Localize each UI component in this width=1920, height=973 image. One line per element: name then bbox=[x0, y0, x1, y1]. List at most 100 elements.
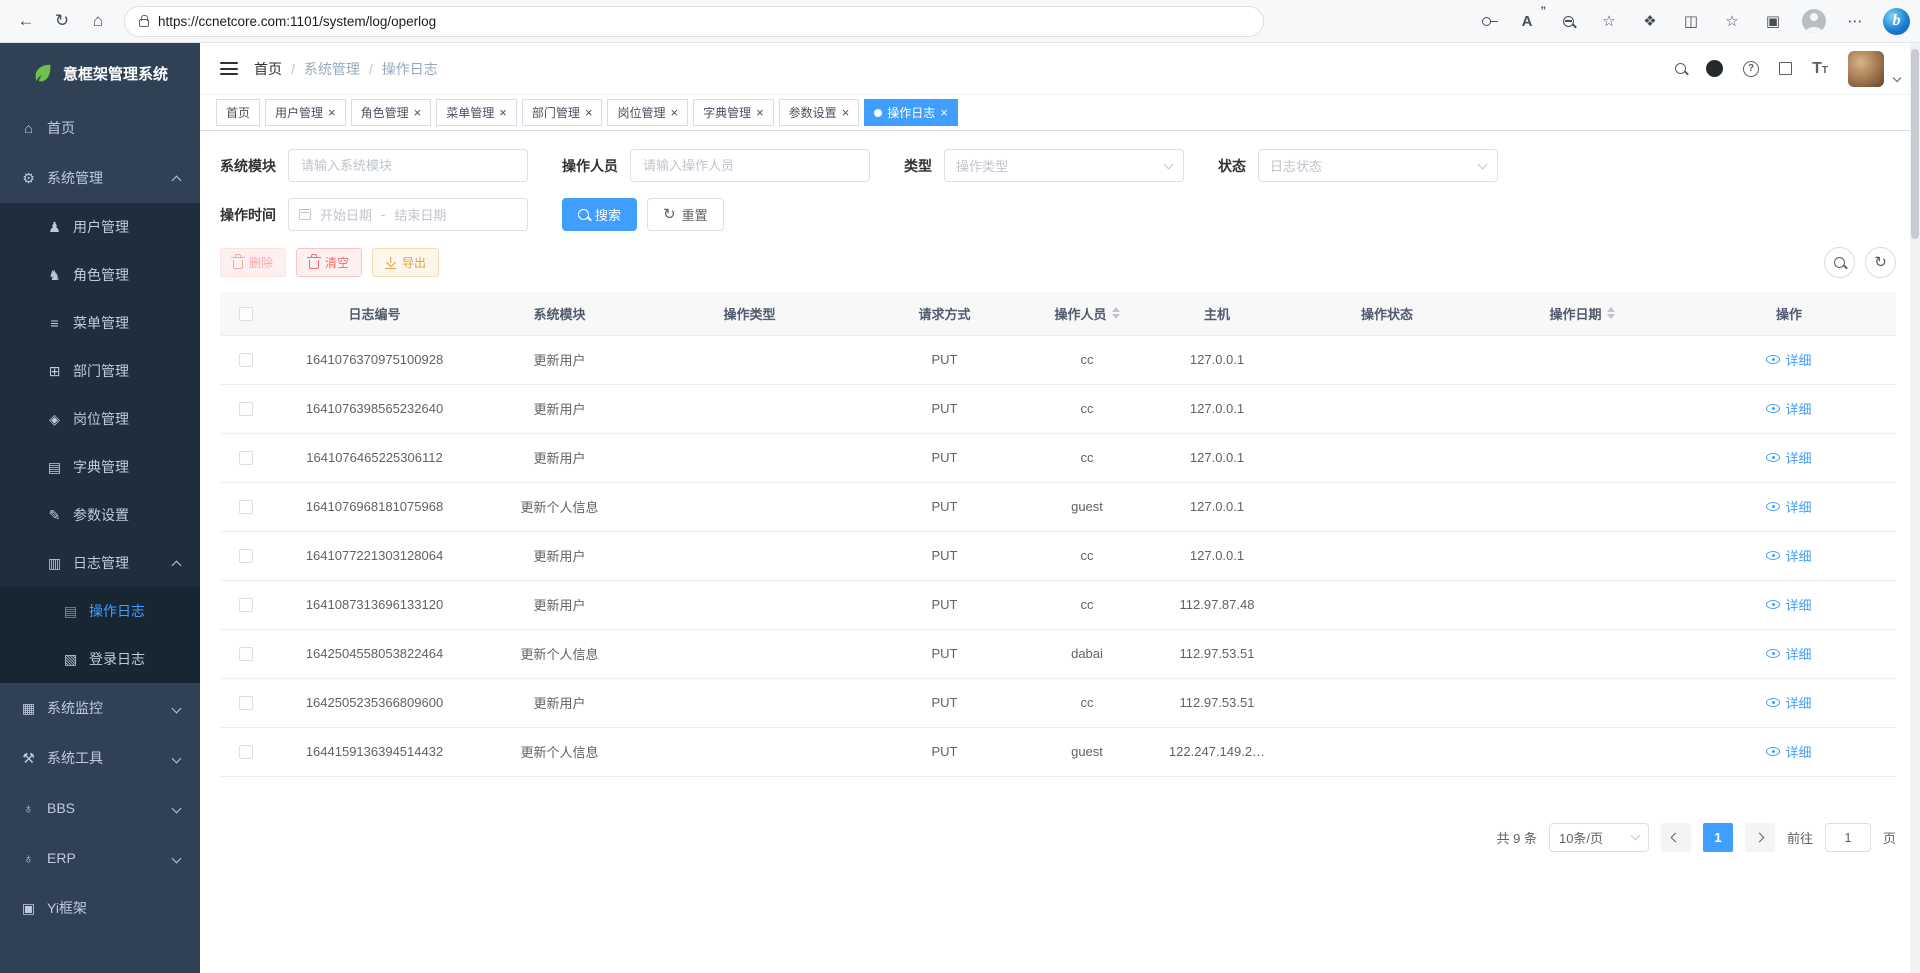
row-checkbox[interactable] bbox=[239, 353, 253, 367]
browser-more-icon[interactable]: ⋯ bbox=[1842, 8, 1868, 34]
export-button[interactable]: 导出 bbox=[372, 248, 439, 277]
close-icon[interactable] bbox=[585, 106, 593, 119]
tab-dict[interactable]: 字典管理 bbox=[693, 99, 774, 126]
sidebar-item-menu[interactable]: ≡ 菜单管理 bbox=[0, 299, 200, 347]
sidebar-item-bbs[interactable]: ♁ BBS bbox=[0, 783, 200, 833]
sidebar-item-loginlog[interactable]: ▧ 登录日志 bbox=[0, 635, 200, 683]
close-icon[interactable] bbox=[756, 106, 764, 119]
favorites-bar-icon[interactable]: ☆ bbox=[1719, 8, 1745, 34]
type-select[interactable]: 操作类型 bbox=[944, 149, 1184, 182]
address-bar[interactable]: https://ccnetcore.com:1101/system/log/op… bbox=[124, 6, 1264, 37]
close-icon[interactable] bbox=[940, 106, 948, 119]
bing-icon[interactable]: b bbox=[1883, 8, 1910, 35]
close-icon[interactable] bbox=[328, 106, 336, 119]
search-button[interactable]: 搜索 bbox=[562, 198, 637, 231]
read-aloud-icon[interactable]: A bbox=[1514, 8, 1540, 34]
clear-button[interactable]: 清空 bbox=[296, 248, 362, 277]
operator-input[interactable] bbox=[630, 149, 870, 182]
page-size-select[interactable]: 10条/页 bbox=[1549, 823, 1649, 852]
sidebar-item-post[interactable]: ◈ 岗位管理 bbox=[0, 395, 200, 443]
row-checkbox[interactable] bbox=[239, 500, 253, 514]
back-icon[interactable]: ← bbox=[10, 5, 42, 37]
breadcrumb-home[interactable]: 首页 bbox=[254, 59, 282, 79]
help-icon[interactable]: ? bbox=[1743, 61, 1759, 77]
scrollbar-thumb[interactable] bbox=[1911, 49, 1919, 239]
sidebar-item-param[interactable]: ✎ 参数设置 bbox=[0, 491, 200, 539]
detail-link[interactable]: 详细 bbox=[1766, 742, 1811, 761]
sidebar-item-tools[interactable]: ⚒ 系统工具 bbox=[0, 733, 200, 783]
col-operator[interactable]: 操作人员 bbox=[1032, 292, 1142, 335]
reset-button[interactable]: ↻ 重置 bbox=[647, 198, 724, 231]
close-icon[interactable] bbox=[842, 106, 850, 119]
collections-icon[interactable]: ▣ bbox=[1760, 8, 1786, 34]
sort-carets-icon[interactable] bbox=[1112, 307, 1120, 319]
sidebar-item-system[interactable]: ⚙ 系统管理 bbox=[0, 153, 200, 203]
breadcrumb-system[interactable]: 系统管理 bbox=[304, 59, 360, 79]
goto-page-input[interactable] bbox=[1825, 823, 1871, 852]
browser-profile-icon[interactable] bbox=[1801, 8, 1827, 34]
sidebar-item-dict[interactable]: ▤ 字典管理 bbox=[0, 443, 200, 491]
row-checkbox[interactable] bbox=[239, 745, 253, 759]
detail-link[interactable]: 详细 bbox=[1766, 595, 1811, 614]
add-favorite-icon[interactable]: ☆ bbox=[1596, 8, 1622, 34]
col-date[interactable]: 操作日期 bbox=[1482, 292, 1682, 335]
sidebar-toggle-icon[interactable] bbox=[220, 59, 238, 79]
github-icon[interactable] bbox=[1706, 60, 1723, 77]
detail-link[interactable]: 详细 bbox=[1766, 644, 1811, 663]
detail-link[interactable]: 详细 bbox=[1766, 350, 1811, 369]
toggle-search-button[interactable] bbox=[1824, 247, 1855, 278]
detail-link[interactable]: 详细 bbox=[1766, 497, 1811, 516]
sidebar-item-operlog[interactable]: ▤ 操作日志 bbox=[0, 587, 200, 635]
sidebar-item-framework[interactable]: ▣ Yi框架 bbox=[0, 883, 200, 933]
detail-link[interactable]: 详细 bbox=[1766, 448, 1811, 467]
status-select[interactable]: 日志状态 bbox=[1258, 149, 1498, 182]
sidebar-item-erp[interactable]: ♁ ERP bbox=[0, 833, 200, 883]
row-checkbox[interactable] bbox=[239, 696, 253, 710]
tab-operlog[interactable]: 操作日志 bbox=[864, 99, 958, 126]
tab-dept[interactable]: 部门管理 bbox=[522, 99, 603, 126]
tab-home[interactable]: 首页 bbox=[216, 99, 260, 126]
date-range-picker[interactable]: 开始日期 - 结束日期 bbox=[288, 198, 528, 231]
refresh-table-button[interactable]: ↻ bbox=[1865, 247, 1896, 278]
browser-refresh-icon[interactable]: ↻ bbox=[46, 5, 78, 37]
split-screen-icon[interactable]: ◫ bbox=[1678, 8, 1704, 34]
module-input[interactable] bbox=[288, 149, 528, 182]
tab-role[interactable]: 角色管理 bbox=[351, 99, 432, 126]
delete-button[interactable]: 删除 bbox=[220, 248, 286, 277]
row-checkbox[interactable] bbox=[239, 647, 253, 661]
row-checkbox[interactable] bbox=[239, 549, 253, 563]
header-search-icon[interactable] bbox=[1675, 61, 1686, 77]
sidebar-item-dept[interactable]: ⊞ 部门管理 bbox=[0, 347, 200, 395]
next-page-button[interactable] bbox=[1745, 823, 1775, 852]
sidebar-item-monitor[interactable]: ▦ 系统监控 bbox=[0, 683, 200, 733]
sidebar-item-role[interactable]: ♞ 角色管理 bbox=[0, 251, 200, 299]
user-menu-caret-icon[interactable] bbox=[1893, 73, 1901, 81]
close-icon[interactable] bbox=[414, 106, 422, 119]
sidebar-item-home[interactable]: ⌂ 首页 bbox=[0, 103, 200, 153]
sidebar-item-log[interactable]: ▥ 日志管理 bbox=[0, 539, 200, 587]
font-size-icon[interactable]: TT bbox=[1812, 60, 1828, 78]
browser-home-icon[interactable]: ⌂ bbox=[82, 5, 114, 37]
user-avatar[interactable] bbox=[1848, 51, 1884, 87]
tab-user[interactable]: 用户管理 bbox=[265, 99, 346, 126]
extensions-icon[interactable]: ❖ bbox=[1637, 8, 1663, 34]
detail-link[interactable]: 详细 bbox=[1766, 399, 1811, 418]
row-checkbox[interactable] bbox=[239, 451, 253, 465]
fullscreen-icon[interactable] bbox=[1779, 62, 1792, 75]
close-icon[interactable] bbox=[499, 106, 507, 119]
tab-post[interactable]: 岗位管理 bbox=[607, 99, 688, 126]
row-checkbox[interactable] bbox=[239, 598, 253, 612]
prev-page-button[interactable] bbox=[1661, 823, 1691, 852]
tab-menu[interactable]: 菜单管理 bbox=[436, 99, 517, 126]
select-all-checkbox[interactable] bbox=[239, 307, 253, 321]
detail-link[interactable]: 详细 bbox=[1766, 546, 1811, 565]
password-key-icon[interactable] bbox=[1473, 8, 1499, 34]
close-icon[interactable] bbox=[670, 106, 678, 119]
detail-link[interactable]: 详细 bbox=[1766, 693, 1811, 712]
zoom-out-icon[interactable] bbox=[1555, 8, 1581, 34]
tab-param[interactable]: 参数设置 bbox=[779, 99, 860, 126]
page-1-button[interactable]: 1 bbox=[1703, 823, 1733, 852]
row-checkbox[interactable] bbox=[239, 402, 253, 416]
browser-scrollbar[interactable] bbox=[1910, 43, 1920, 973]
sidebar-item-user[interactable]: ♟ 用户管理 bbox=[0, 203, 200, 251]
